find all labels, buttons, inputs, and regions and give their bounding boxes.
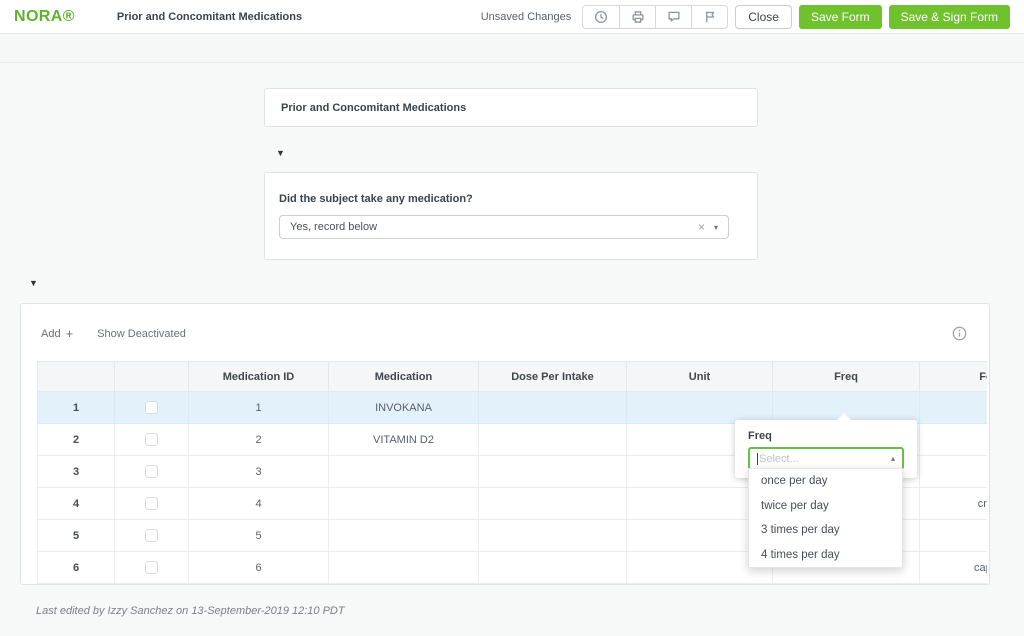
sub-header-strip [0,34,1024,63]
form-cell[interactable] [920,424,988,456]
chevron-down-icon[interactable]: ▾ [714,223,718,232]
medication-id-cell[interactable]: 5 [189,520,329,552]
medication-cell[interactable] [329,488,479,520]
info-icon[interactable] [952,326,967,346]
flag-icon[interactable] [691,6,727,28]
last-edited-note: Last edited by Izzy Sanchez on 13-Septem… [36,605,345,617]
show-deactivated-toggle[interactable]: Show Deactivated [97,328,186,340]
freq-option[interactable]: 4 times per day [749,543,902,568]
row-number-cell: 1 [38,392,115,424]
freq-option[interactable]: twice per day [749,494,902,519]
collapse-arrow-icon[interactable]: ▼ [29,279,38,288]
row-select-cell [115,520,189,552]
col-form: Form [920,362,988,392]
dose-cell[interactable] [479,552,627,584]
row-checkbox[interactable] [145,465,158,478]
table-header-row: Medication ID Medication Dose Per Intake… [38,362,988,392]
popup-caret [837,413,851,420]
form-title: Prior and Concomitant Medications [117,11,302,23]
add-label: Add [41,328,61,340]
row-checkbox[interactable] [145,529,158,542]
col-select [115,362,189,392]
save-sign-form-button[interactable]: Save & Sign Form [889,5,1010,29]
medication-id-cell[interactable]: 2 [189,424,329,456]
medication-id-cell[interactable]: 1 [189,392,329,424]
row-select-cell [115,392,189,424]
close-button[interactable]: Close [735,5,792,29]
freq-option[interactable]: once per day [749,469,902,494]
row-checkbox[interactable] [145,401,158,414]
medication-cell[interactable]: INVOKANA [329,392,479,424]
freq-option[interactable]: 3 times per day [749,518,902,543]
col-dose-per-intake: Dose Per Intake [479,362,627,392]
medication-id-cell[interactable]: 3 [189,456,329,488]
col-rownum [38,362,115,392]
form-cell[interactable] [920,456,988,488]
dose-cell[interactable] [479,520,627,552]
section-title-card: Prior and Concomitant Medications [264,88,758,127]
row-select-cell [115,456,189,488]
form-cell[interactable]: capsule [920,552,988,584]
freq-placeholder: Select... [759,453,891,465]
table-toolbar: Add + Show Deactivated [41,327,186,340]
add-row-button[interactable]: Add + [41,327,73,340]
medication-id-cell[interactable]: 4 [189,488,329,520]
col-medication-id: Medication ID [189,362,329,392]
row-select-cell [115,424,189,456]
unit-cell[interactable] [627,392,773,424]
row-number-cell: 3 [38,456,115,488]
plus-icon: + [66,327,74,340]
header-icon-toolbar [582,5,728,29]
comment-icon[interactable] [655,6,691,28]
dose-cell[interactable] [479,456,627,488]
medication-question-select[interactable]: Yes, record below × ▾ [279,215,729,239]
form-cell[interactable] [920,520,988,552]
row-number-cell: 4 [38,488,115,520]
question-label: Did the subject take any medication? [279,193,743,205]
print-icon[interactable] [619,6,655,28]
header-actions: Unsaved Changes Close Save Form Save & S… [481,5,1010,29]
section-title: Prior and Concomitant Medications [281,102,466,114]
medication-cell[interactable] [329,456,479,488]
chevron-up-icon[interactable]: ▴ [891,454,895,463]
row-select-cell [115,488,189,520]
row-checkbox[interactable] [145,561,158,574]
row-select-cell [115,552,189,584]
dose-cell[interactable] [479,424,627,456]
form-cell[interactable] [920,392,988,424]
selected-value: Yes, record below [290,221,698,233]
question-card: Did the subject take any medication? Yes… [264,172,758,260]
nora-logo: NORA® [14,8,75,26]
save-form-button[interactable]: Save Form [799,5,882,29]
freq-select-input[interactable]: Select... ▴ [748,447,904,470]
medication-cell[interactable] [329,552,479,584]
row-number-cell: 6 [38,552,115,584]
dose-cell[interactable] [479,392,627,424]
row-number-cell: 2 [38,424,115,456]
medication-cell[interactable]: VITAMIN D2 [329,424,479,456]
clear-selection-icon[interactable]: × [698,220,705,234]
row-checkbox[interactable] [145,497,158,510]
row-number-cell: 5 [38,520,115,552]
medication-cell[interactable] [329,520,479,552]
text-cursor [757,453,758,465]
history-icon[interactable] [583,6,619,28]
freq-popup-label: Freq [748,430,904,442]
top-header: NORA® Prior and Concomitant Medications … [0,0,1024,34]
col-freq: Freq [773,362,920,392]
dose-cell[interactable] [479,488,627,520]
form-cell[interactable]: cream [920,488,988,520]
row-checkbox[interactable] [145,433,158,446]
collapse-arrow-icon[interactable]: ▼ [276,149,285,158]
freq-options-dropdown: once per day twice per day 3 times per d… [748,468,903,568]
unsaved-changes-status: Unsaved Changes [481,11,572,23]
medication-id-cell[interactable]: 6 [189,552,329,584]
col-medication: Medication [329,362,479,392]
col-unit: Unit [627,362,773,392]
